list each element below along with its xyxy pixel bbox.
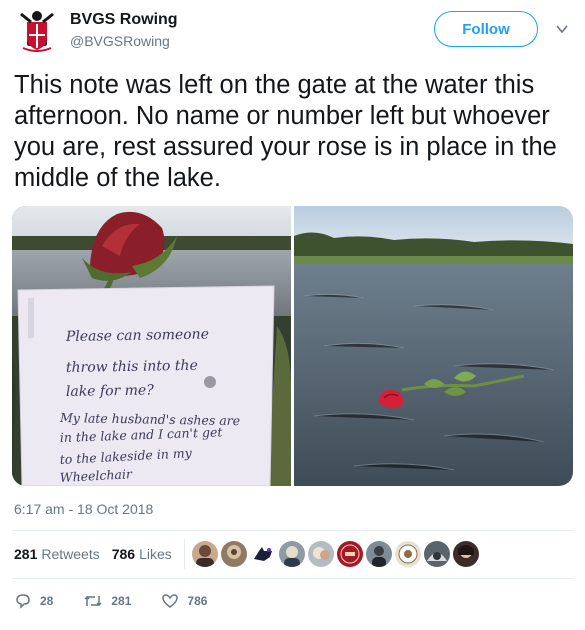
lake-photo[interactable] [294, 206, 573, 486]
reply-action[interactable]: 28 [14, 592, 53, 610]
retweet-action[interactable]: 281 [83, 592, 131, 610]
likes-label: Likes [139, 546, 172, 562]
retweets-stat[interactable]: 281 Retweets [14, 546, 100, 562]
retweet-icon [84, 595, 102, 607]
avatar[interactable] [424, 541, 450, 567]
avatar[interactable] [250, 541, 276, 567]
note-line: lake for me? [66, 382, 155, 400]
like-count: 786 [187, 594, 208, 608]
avatar[interactable] [366, 541, 392, 567]
like-action[interactable]: 786 [161, 592, 207, 610]
tweet-timestamp[interactable]: 6:17 am - 18 Oct 2018 [14, 501, 153, 517]
account-name[interactable]: BVGS Rowing [70, 11, 178, 29]
tweet-media[interactable]: Please can someone throw this into the l… [12, 206, 573, 486]
retweets-label: Retweets [41, 546, 100, 562]
tweet-actions: 28 281 786 [14, 592, 237, 610]
crest-logo-icon[interactable] [17, 8, 57, 52]
chevron-down-icon[interactable] [555, 22, 569, 36]
divider [12, 578, 573, 579]
avatar[interactable] [337, 541, 363, 567]
avatar[interactable] [279, 541, 305, 567]
note-line: Please can someone [65, 327, 209, 346]
avatar[interactable] [395, 541, 421, 567]
retweet-count: 281 [111, 594, 132, 608]
avatar[interactable] [453, 541, 479, 567]
reply-count: 28 [40, 594, 54, 608]
likes-count: 786 [111, 546, 136, 562]
tweet-text: This note was left on the gate at the wa… [14, 71, 557, 192]
note-line: throw this into the [66, 358, 198, 376]
account-handle[interactable]: @BVGSRowing [70, 33, 170, 49]
tweet-header: BVGS Rowing @BVGSRowing Follow [0, 0, 585, 62]
heart-icon [162, 594, 179, 608]
stats-separator [184, 539, 185, 569]
avatar[interactable] [221, 541, 247, 567]
liker-avatars [192, 541, 482, 569]
reply-icon [16, 594, 30, 609]
retweets-count: 281 [14, 546, 38, 562]
follow-button[interactable]: Follow [434, 11, 538, 47]
likes-stat[interactable]: 786 Likes [112, 546, 172, 562]
avatar[interactable] [308, 541, 334, 567]
avatar[interactable] [192, 541, 218, 567]
divider [12, 530, 573, 531]
note-photo[interactable]: Please can someone throw this into the l… [12, 206, 291, 486]
tweet-stats: 281 Retweets 786 Likes [14, 546, 184, 562]
